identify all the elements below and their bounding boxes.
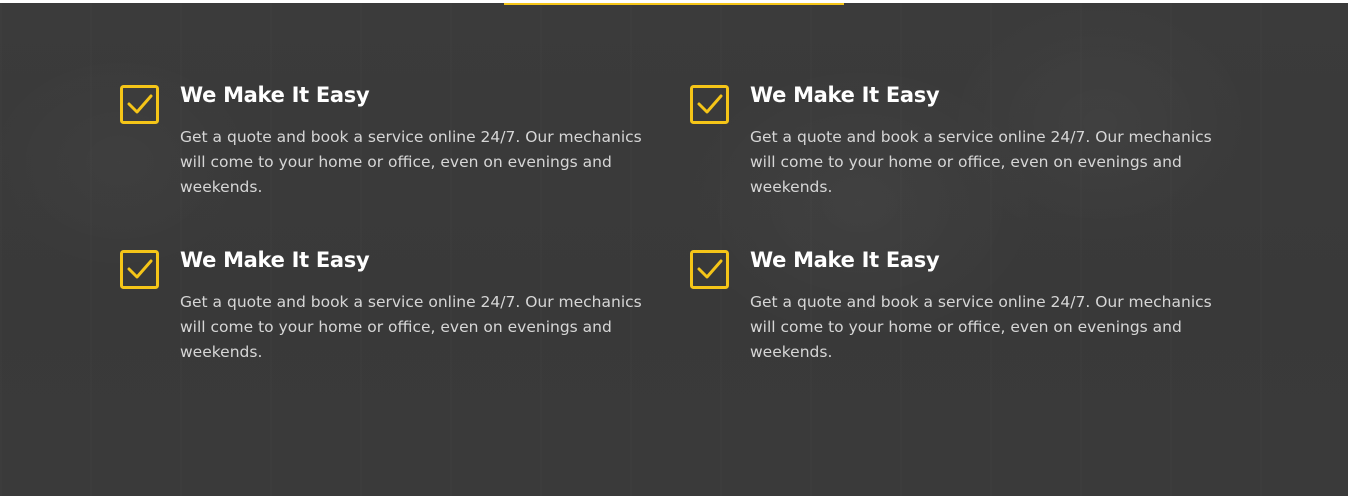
feature-description: Get a quote and book a service online 24… — [750, 293, 1212, 361]
feature-description: Get a quote and book a service online 24… — [750, 128, 1212, 196]
feature-description: Get a quote and book a service online 24… — [180, 293, 642, 361]
checkbox-checked-icon — [690, 250, 730, 290]
feature-title: We Make It Easy — [180, 248, 370, 272]
feature-description: Get a quote and book a service online 24… — [180, 128, 642, 196]
accent-bar — [504, 3, 844, 5]
checkbox-checked-icon — [120, 85, 160, 125]
checkbox-checked-icon — [120, 250, 160, 290]
checkbox-checked-icon — [690, 85, 730, 125]
features-section: We Make It Easy Get a quote and book a s… — [0, 3, 1348, 496]
feature-title: We Make It Easy — [750, 83, 940, 107]
feature-title: We Make It Easy — [750, 248, 940, 272]
feature-title: We Make It Easy — [180, 83, 370, 107]
